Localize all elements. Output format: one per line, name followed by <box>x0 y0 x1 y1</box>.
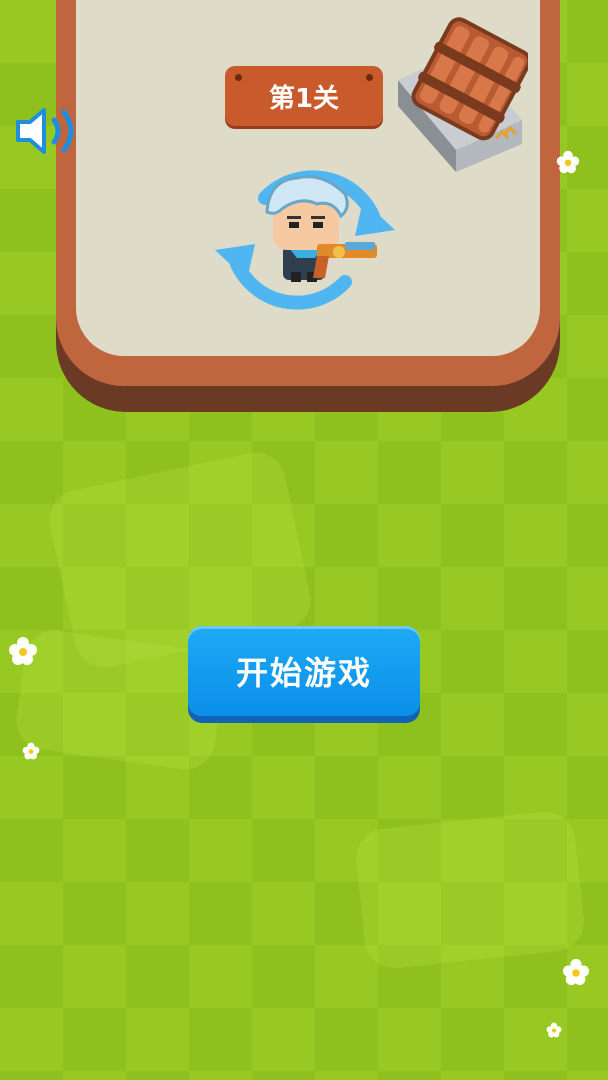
badge-nail <box>366 74 373 81</box>
flower-icon <box>22 742 40 760</box>
badge-nail <box>235 74 242 81</box>
revolver-icon <box>313 242 377 278</box>
speaker-icon <box>16 108 74 154</box>
flower-icon <box>9 637 37 665</box>
flower-icon <box>556 150 580 174</box>
player-character[interactable] <box>205 160 405 320</box>
level-badge: 第1关 <box>225 66 383 126</box>
wooden-crate-icon <box>398 17 528 172</box>
grass-patch <box>353 808 587 972</box>
flower-icon <box>562 958 590 986</box>
level-label: 第1关 <box>268 83 340 114</box>
sound-toggle-button[interactable] <box>12 102 82 160</box>
flower-icon <box>546 1022 562 1038</box>
start-game-button[interactable]: 开始游戏 <box>188 626 420 716</box>
